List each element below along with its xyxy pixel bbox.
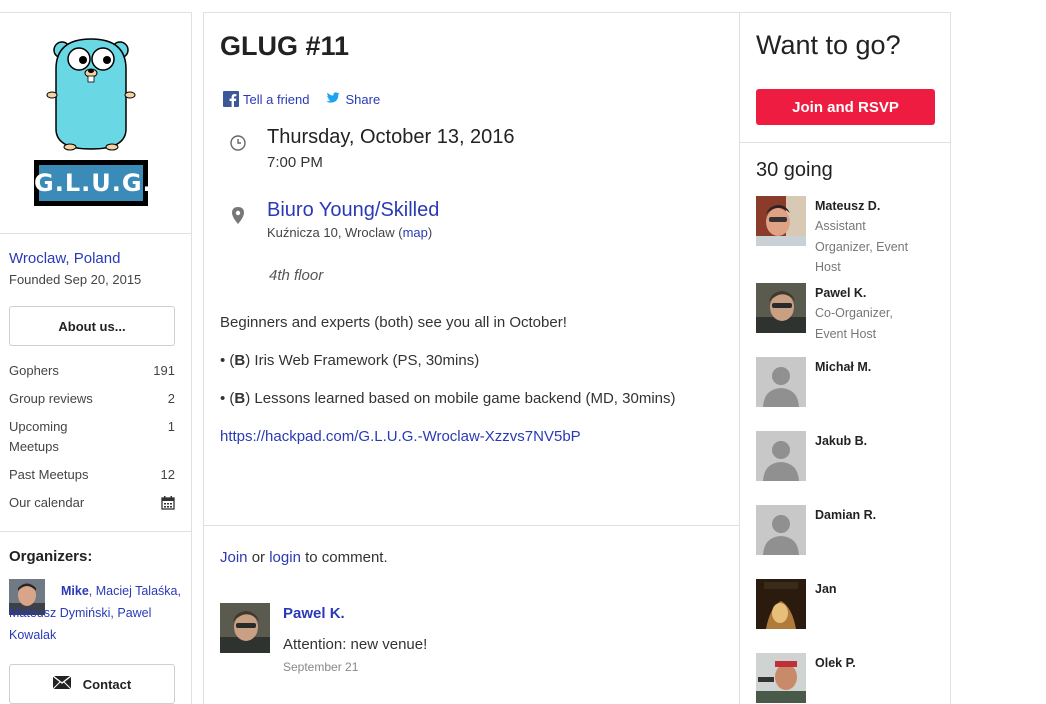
event-content: GLUG #11 Tell a friend Share Thursday, O…	[204, 13, 739, 704]
comment-prompt: Join or login to comment.	[220, 549, 388, 566]
venue-address: Kuźnicza 10, Wroclaw (map)	[267, 225, 432, 240]
twitter-icon	[323, 92, 341, 106]
address-close: )	[427, 225, 433, 240]
rsvp-heading: Want to go?	[756, 30, 901, 60]
envelope-icon	[52, 675, 72, 692]
event-title: GLUG #11	[220, 31, 350, 61]
attendee-avatar	[756, 579, 806, 629]
join-and-rsvp-button[interactable]: Join and RSVP	[756, 89, 935, 125]
stat-label: Upcoming Meetups	[9, 419, 68, 454]
stat-our-calendar[interactable]: Our calendar	[9, 493, 175, 513]
default-avatar-icon	[756, 431, 806, 481]
description-intro: Beginners and experts (both) see you all…	[220, 314, 567, 331]
stat-label: Past Meetups	[9, 467, 89, 482]
hackpad-link[interactable]: https://hackpad.com/G.L.U.G.-Wroclaw-Xzz…	[220, 428, 581, 445]
stat-upcoming-meetups[interactable]: Upcoming Meetups 1	[9, 417, 175, 457]
default-avatar-icon	[756, 505, 806, 555]
agenda-badge: B	[234, 390, 246, 407]
stat-gophers[interactable]: Gophers 191	[9, 361, 175, 381]
attendee-name: Jakub B.	[815, 434, 868, 448]
tell-a-friend-link[interactable]: Tell a friend	[223, 91, 309, 107]
map-link[interactable]: map	[403, 225, 428, 240]
stat-value: 1	[167, 419, 175, 434]
organizer-link-mike[interactable]: Mike	[61, 584, 89, 598]
facebook-icon	[223, 91, 239, 107]
clock-icon	[230, 135, 246, 156]
stat-label: Our calendar	[9, 495, 85, 510]
stat-value: 2	[167, 391, 175, 406]
address-text: Kuźnicza 10, Wroclaw (	[267, 225, 403, 240]
venue-link[interactable]: Biuro Young/Skilled	[267, 199, 439, 222]
rsvp-panel: Want to go? Join and RSVP 30 going Mateu…	[739, 13, 951, 704]
organizer-names: Mike, Maciej Talaśka, Mateusz Dymiński, …	[9, 580, 181, 646]
comment-suffix: to comment.	[300, 549, 388, 566]
share-row: Tell a friend Share	[223, 91, 394, 107]
contact-button[interactable]: Contact	[9, 664, 175, 704]
divider	[740, 142, 951, 143]
stat-group-reviews[interactable]: Group reviews 2	[9, 389, 175, 409]
agenda-item: • (B) Lessons learned based on mobile ga…	[220, 388, 720, 410]
or-text: or	[247, 549, 270, 566]
divider	[204, 525, 739, 526]
event-page: G.L.U.G. Wroclaw, Poland Founded Sep 20,…	[0, 0, 1046, 704]
group-location-link[interactable]: Wroclaw, Poland	[9, 250, 120, 267]
organizers-title: Organizers:	[9, 548, 93, 565]
stat-label: Gophers	[9, 363, 59, 378]
stat-value: 12	[160, 467, 175, 482]
default-avatar-icon	[756, 357, 806, 407]
agenda-text: ) Iris Web Framework (PS, 30mins)	[245, 352, 480, 369]
join-link[interactable]: Join	[220, 549, 248, 566]
attendee-avatar	[756, 653, 806, 703]
attendee-avatar	[756, 283, 806, 333]
event-panel: GLUG #11 Tell a friend Share Thursday, O…	[203, 12, 951, 704]
comment-text: Attention: new venue!	[283, 636, 428, 653]
stat-past-meetups[interactable]: Past Meetups 12	[9, 465, 175, 485]
comment-date: September 21	[283, 660, 359, 674]
agenda-text: ) Lessons learned based on mobile game b…	[245, 390, 676, 407]
logo-text: G.L.U.G.	[34, 169, 153, 197]
founded-date: Founded Sep 20, 2015	[9, 272, 142, 287]
venue-note: 4th floor	[269, 267, 324, 284]
stat-value: 191	[153, 363, 175, 378]
about-us-button[interactable]: About us...	[9, 306, 175, 346]
organizer-links[interactable]: , Maciej Talaśka, Mateusz Dymiński, Pawe…	[9, 584, 181, 642]
attendee-name: Michał M.	[815, 360, 872, 374]
comment-author[interactable]: Pawel K.	[283, 605, 345, 622]
divider	[0, 531, 191, 532]
attendee-name: Pawel K.	[815, 286, 867, 300]
attendee-role: Assistant Organizer, Event Host	[815, 219, 909, 274]
attendee-name: Mateusz D.	[815, 199, 881, 213]
comment-avatar[interactable]	[220, 603, 270, 653]
event-description: Beginners and experts (both) see you all…	[220, 312, 720, 464]
group-logo[interactable]: G.L.U.G.	[34, 29, 153, 225]
contact-label: Contact	[82, 676, 132, 692]
attendee-avatar	[756, 196, 806, 246]
agenda-badge: B	[234, 352, 246, 369]
event-time: 7:00 PM	[267, 154, 323, 171]
attendee-name: Olek P.	[815, 656, 856, 670]
share-link[interactable]: Share	[323, 92, 380, 107]
login-link[interactable]: login	[269, 549, 301, 566]
divider	[0, 233, 191, 234]
agenda-item: • (B) Iris Web Framework (PS, 30mins)	[220, 350, 720, 372]
map-pin-icon	[232, 207, 244, 229]
group-sidebar: G.L.U.G. Wroclaw, Poland Founded Sep 20,…	[0, 12, 192, 704]
attendee-count: 30 going	[756, 159, 833, 181]
agenda-prefix: • (	[220, 352, 235, 369]
stat-label: Group reviews	[9, 391, 93, 406]
share-label: Share	[345, 91, 381, 107]
attendee-name: Damian R.	[815, 508, 877, 522]
attendee-role: Co-Organizer, Event Host	[815, 306, 893, 341]
event-date: Thursday, October 13, 2016	[267, 126, 515, 148]
attendee-name: Jan	[815, 582, 837, 596]
tell-a-friend-label: Tell a friend	[243, 91, 310, 107]
agenda-prefix: • (	[220, 390, 235, 407]
calendar-icon	[161, 496, 175, 516]
